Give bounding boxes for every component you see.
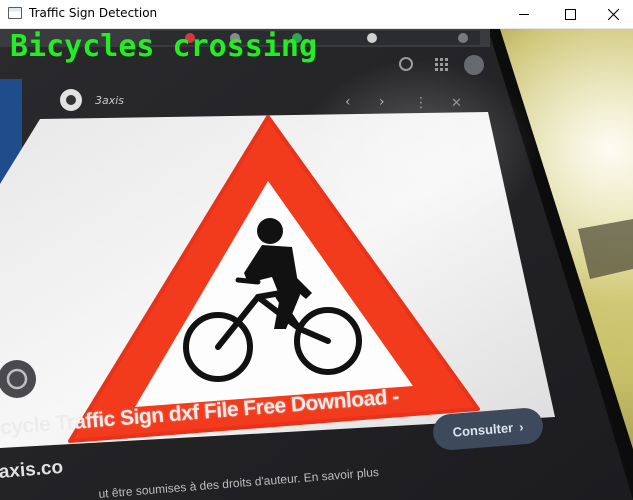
window-title: Traffic Sign Detection: [29, 6, 158, 20]
window-title-bar: Traffic Sign Detection: [0, 0, 633, 29]
close-button[interactable]: [593, 0, 633, 28]
desk-object: [578, 219, 633, 279]
tab-favicon-white: [367, 33, 377, 43]
maximize-icon: [564, 8, 576, 20]
detection-label: Bicycles crossing: [10, 29, 318, 64]
maximize-button[interactable]: [547, 0, 593, 28]
consult-button-label: Consulter: [452, 419, 514, 440]
app-window-icon: [8, 7, 22, 19]
close-icon: [607, 8, 619, 20]
minimize-button[interactable]: [501, 0, 547, 28]
card-source-name: 3axis: [95, 94, 125, 107]
chevron-right-icon: ›: [518, 418, 524, 435]
minimize-icon: [519, 14, 529, 15]
tab-favicon-avatar: [458, 33, 468, 43]
camera-frame: ‹ › ⋮ ✕ Bicycles crossing: [0, 29, 633, 500]
screen-glare: [300, 59, 540, 239]
